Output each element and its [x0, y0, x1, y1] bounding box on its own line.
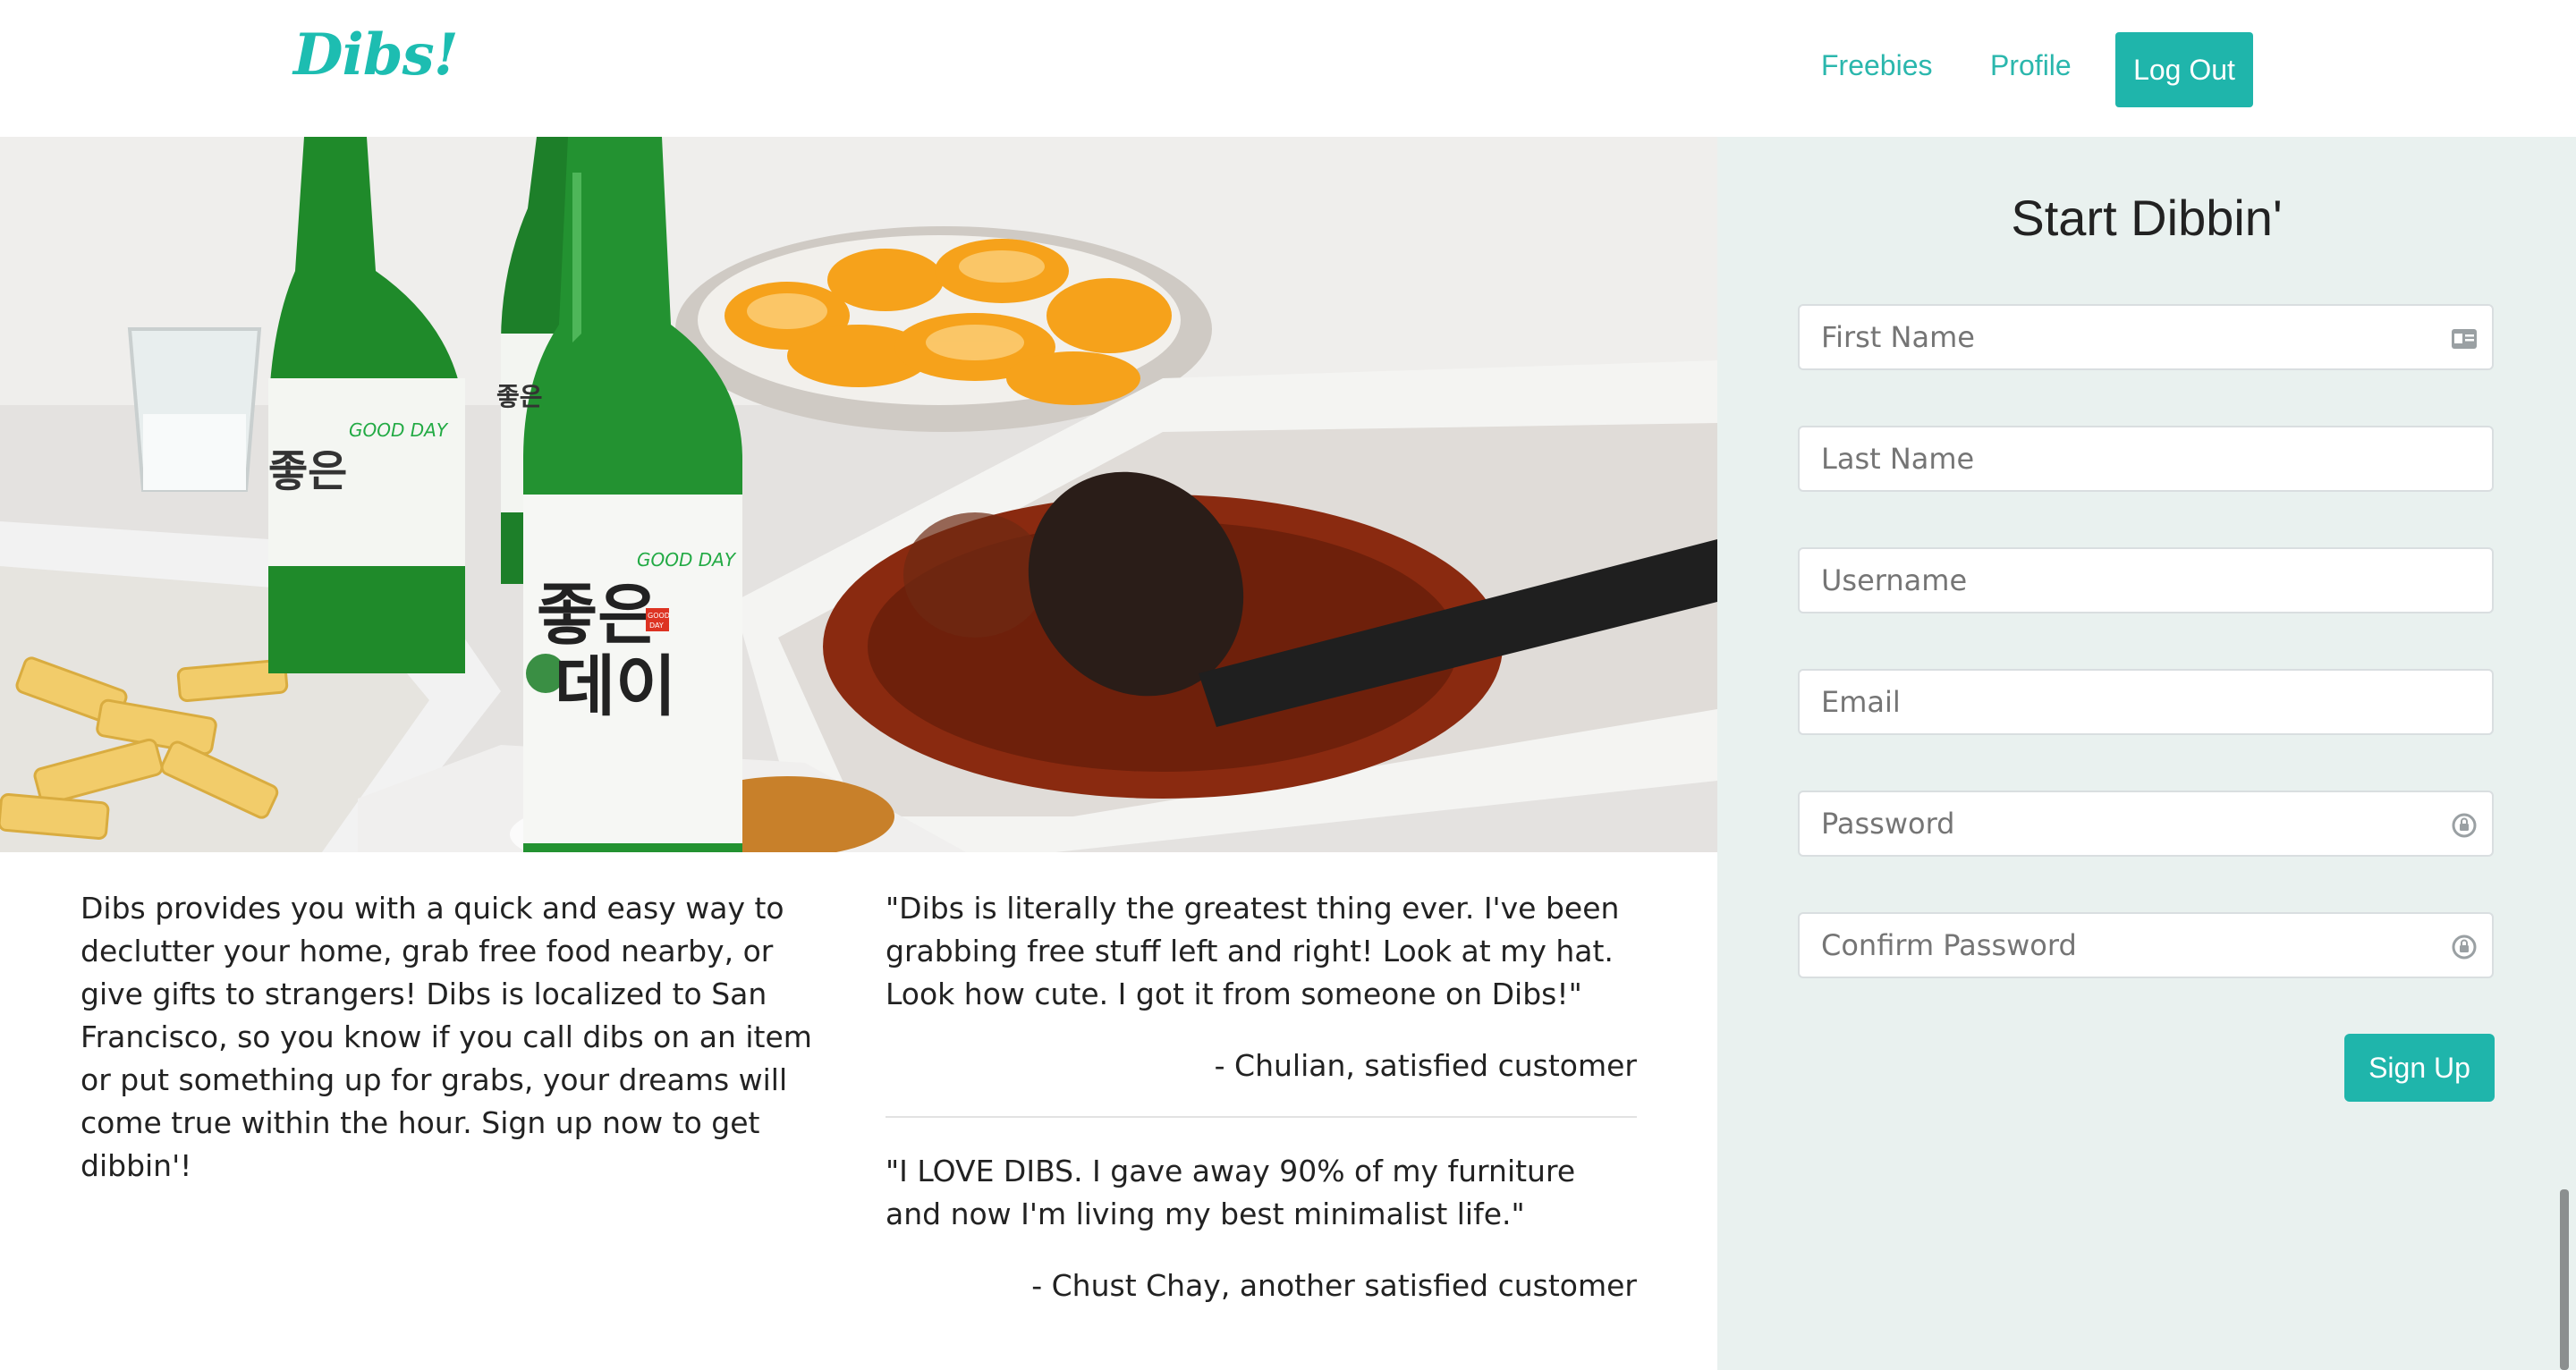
confirm-password-input[interactable] [1800, 914, 2492, 977]
signup-panel: Start Dibbin' Sign Up [1717, 137, 2576, 1370]
testimonial: "I LOVE DIBS. I gave away 90% of my furn… [886, 1150, 1637, 1307]
username-input[interactable] [1800, 549, 2492, 612]
testimonial: "Dibs is literally the greatest thing ev… [886, 887, 1637, 1087]
bottle-label-text-1: 좋은 [537, 577, 658, 654]
email-input[interactable] [1800, 671, 2492, 733]
bottle-label-text-2: 데이 [555, 648, 676, 725]
password-lock-icon [2449, 932, 2479, 962]
bottle-label-text-back: 좋은 [268, 446, 347, 496]
testimonial-author: - Chulian, satisfied customer [1214, 1048, 1637, 1083]
first-name-field [1798, 304, 2494, 370]
hero-food-illustration: 좋은 데이 GOOD DAY GOOD DAY 좋은 좋은 GOOD DAY [0, 137, 1717, 852]
last-name-input[interactable] [1800, 427, 2492, 490]
testimonial-quote: "Dibs is literally the greatest thing ev… [886, 891, 1620, 1011]
brand-logo[interactable]: Dibs! [293, 21, 459, 89]
logout-button[interactable]: Log Out [2115, 32, 2253, 107]
about-description: Dibs provides you with a quick and easy … [80, 891, 812, 1183]
last-name-field [1798, 426, 2494, 492]
confirm-password-field [1798, 912, 2494, 978]
navbar: Dibs! Freebies Profile Log Out [0, 0, 2576, 137]
password-lock-icon [2449, 810, 2479, 841]
password-input[interactable] [1800, 792, 2492, 855]
testimonial-divider [886, 1116, 1637, 1118]
testimonials: "Dibs is literally the greatest thing ev… [886, 887, 1637, 1307]
hero-image: 좋은 데이 GOOD DAY GOOD DAY 좋은 좋은 GOOD DAY [0, 137, 1717, 852]
id-card-icon [2449, 324, 2479, 354]
testimonial-author: - Chust Chay, another satisfied customer [1031, 1268, 1637, 1303]
sign-up-button[interactable]: Sign Up [2344, 1034, 2495, 1102]
nav-link-freebies[interactable]: Freebies [1821, 49, 1933, 82]
username-field [1798, 547, 2494, 613]
bottle-label-text-back-2: 좋은 [496, 382, 543, 411]
signup-title: Start Dibbin' [2011, 190, 2283, 246]
bottle-badge-text-2: DAY [649, 622, 664, 630]
testimonial-quote: "I LOVE DIBS. I gave away 90% of my furn… [886, 1154, 1576, 1231]
bottle-brand-text: GOOD DAY [637, 549, 737, 571]
password-field [1798, 791, 2494, 857]
first-name-input[interactable] [1800, 306, 2492, 368]
bottle-brand-text-back: GOOD DAY [349, 419, 449, 441]
email-field [1798, 669, 2494, 735]
nav-link-profile[interactable]: Profile [1990, 49, 2072, 82]
bottle-badge-text-1: GOOD [648, 612, 670, 620]
page-scrollbar[interactable] [2560, 1189, 2569, 1370]
